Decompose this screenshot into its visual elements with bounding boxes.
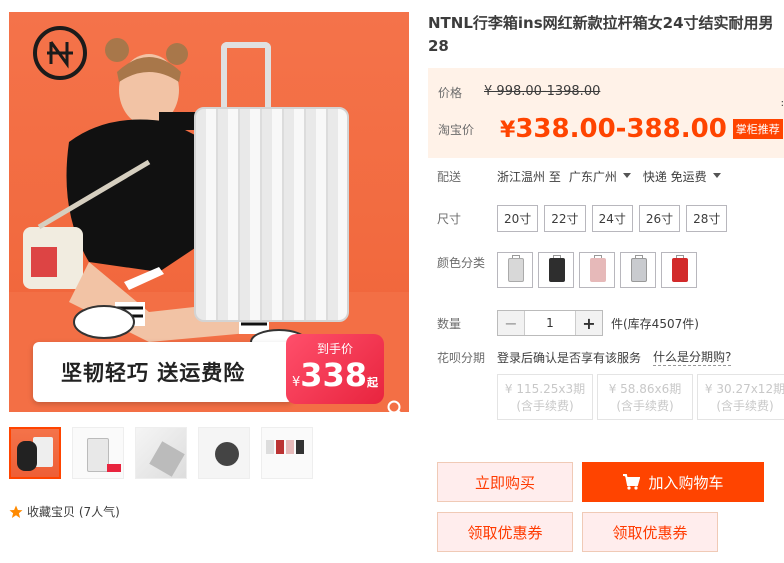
star-icon	[9, 505, 23, 518]
thumbnail-2[interactable]	[72, 427, 124, 479]
huabei-notice: 登录后确认是否享有该服务	[497, 350, 642, 365]
chevron-down-icon[interactable]	[712, 173, 721, 178]
ntnl-logo-icon	[33, 26, 87, 80]
color-label: 颜色分类	[437, 256, 486, 270]
thumbnail-strip	[9, 427, 313, 479]
color-swatch[interactable]	[579, 252, 615, 288]
original-price-value: ¥ 998.00-1398.00	[484, 84, 601, 99]
get-coupon-button[interactable]: 领取优惠券	[437, 512, 573, 552]
quantity-stepper: − 1 +	[497, 310, 603, 336]
installment-options: ¥ 115.25x3期 (含手续费) ¥ 58.86x6期 (含手续费) ¥ 30.…	[497, 374, 784, 420]
original-price-label: 价格	[438, 86, 463, 100]
taobao-price-label: 淘宝价	[438, 122, 475, 137]
quantity-label: 数量	[437, 316, 462, 331]
color-swatch[interactable]	[620, 252, 656, 288]
size-option[interactable]: 20寸	[497, 205, 539, 232]
increase-button[interactable]: +	[576, 311, 602, 335]
shipping-label: 配送	[437, 170, 462, 184]
installment-option[interactable]: ¥ 115.25x3期 (含手续费)	[497, 374, 593, 420]
huabei-help-link[interactable]: 什么是分期购?	[653, 348, 732, 366]
get-coupon-button[interactable]: 领取优惠券	[582, 512, 718, 552]
color-swatch[interactable]	[538, 252, 574, 288]
thumbnail-1[interactable]	[9, 427, 61, 479]
suitcase-image	[194, 107, 349, 322]
quantity-input[interactable]: 1	[524, 311, 576, 335]
product-title: NTNL行李箱ins网红新款拉杆箱女24寸结实耐用男28	[428, 14, 774, 55]
zoom-icon[interactable]	[387, 400, 405, 412]
price-box: 价格 ¥ 998.00-1398.00 淘宝价 ¥338.00-388.00 掌…	[428, 68, 784, 158]
chevron-down-icon[interactable]	[622, 173, 631, 178]
huabei-row: 花呗分期 登录后确认是否享有该服务 什么是分期购?	[437, 348, 732, 366]
primary-actions: 立即购买 加入购物车	[437, 462, 764, 502]
thumbnail-5[interactable]	[261, 427, 313, 479]
main-product-image[interactable]: 坚韧轻巧 送运费险 到手价 ¥338起	[9, 12, 409, 412]
shipping-from: 浙江温州 至	[497, 170, 561, 184]
final-price-tag: 到手价 ¥338起	[286, 334, 384, 404]
coupon-actions: 领取优惠券 领取优惠券	[437, 512, 718, 552]
size-selector: 尺寸 20寸 22寸 24寸 26寸 28寸	[437, 205, 733, 232]
tiny-mark-icon: :	[780, 98, 784, 109]
size-label: 尺寸	[437, 212, 462, 226]
final-price-value: ¥338起	[291, 356, 379, 394]
stock-info: 件(库存4507件)	[611, 316, 699, 331]
installment-option[interactable]: ¥ 30.27x12期 (含手续费)	[697, 374, 784, 420]
thumbnail-3[interactable]	[135, 427, 187, 479]
add-to-cart-label: 加入购物车	[648, 473, 724, 492]
shipping-destination[interactable]: 广东广州	[569, 168, 617, 185]
buy-now-button[interactable]: 立即购买	[437, 462, 573, 502]
taobao-price-value: ¥338.00-388.00	[500, 114, 727, 144]
recommend-badge: 掌柜推荐	[732, 119, 783, 139]
quantity-row: 数量 − 1 + 件(库存4507件)	[437, 310, 699, 336]
favorite-item[interactable]: 收藏宝贝 (7人气)	[9, 503, 120, 520]
thumbnail-4[interactable]	[198, 427, 250, 479]
final-price-label: 到手价	[316, 342, 353, 356]
promo-text: 坚韧轻巧 送运费险	[61, 361, 246, 385]
color-selector: 颜色分类	[437, 252, 702, 288]
shipping-row: 配送 浙江温州 至 广东广州 快递 免运费	[437, 168, 733, 185]
size-option[interactable]: 24寸	[591, 205, 633, 232]
taobao-price-row: 淘宝价 ¥338.00-388.00 掌柜推荐	[438, 114, 783, 144]
installment-option[interactable]: ¥ 58.86x6期 (含手续费)	[597, 374, 693, 420]
color-swatch[interactable]	[661, 252, 697, 288]
promo-banner: 坚韧轻巧 送运费险	[33, 342, 293, 402]
size-option[interactable]: 26寸	[638, 205, 681, 232]
add-to-cart-button[interactable]: 加入购物车	[582, 462, 764, 502]
size-option[interactable]: 28寸	[686, 205, 728, 232]
huabei-label: 花呗分期	[437, 350, 486, 365]
decrease-button[interactable]: −	[498, 311, 524, 335]
suitcase-handle	[221, 42, 271, 110]
shipping-method[interactable]: 快递 免运费	[643, 168, 707, 185]
cart-icon	[623, 474, 641, 490]
size-option[interactable]: 22寸	[544, 205, 586, 232]
original-price-row: 价格 ¥ 998.00-1398.00	[438, 84, 600, 101]
color-swatch[interactable]	[497, 252, 533, 288]
favorite-label: 收藏宝贝 (7人气)	[27, 505, 120, 519]
